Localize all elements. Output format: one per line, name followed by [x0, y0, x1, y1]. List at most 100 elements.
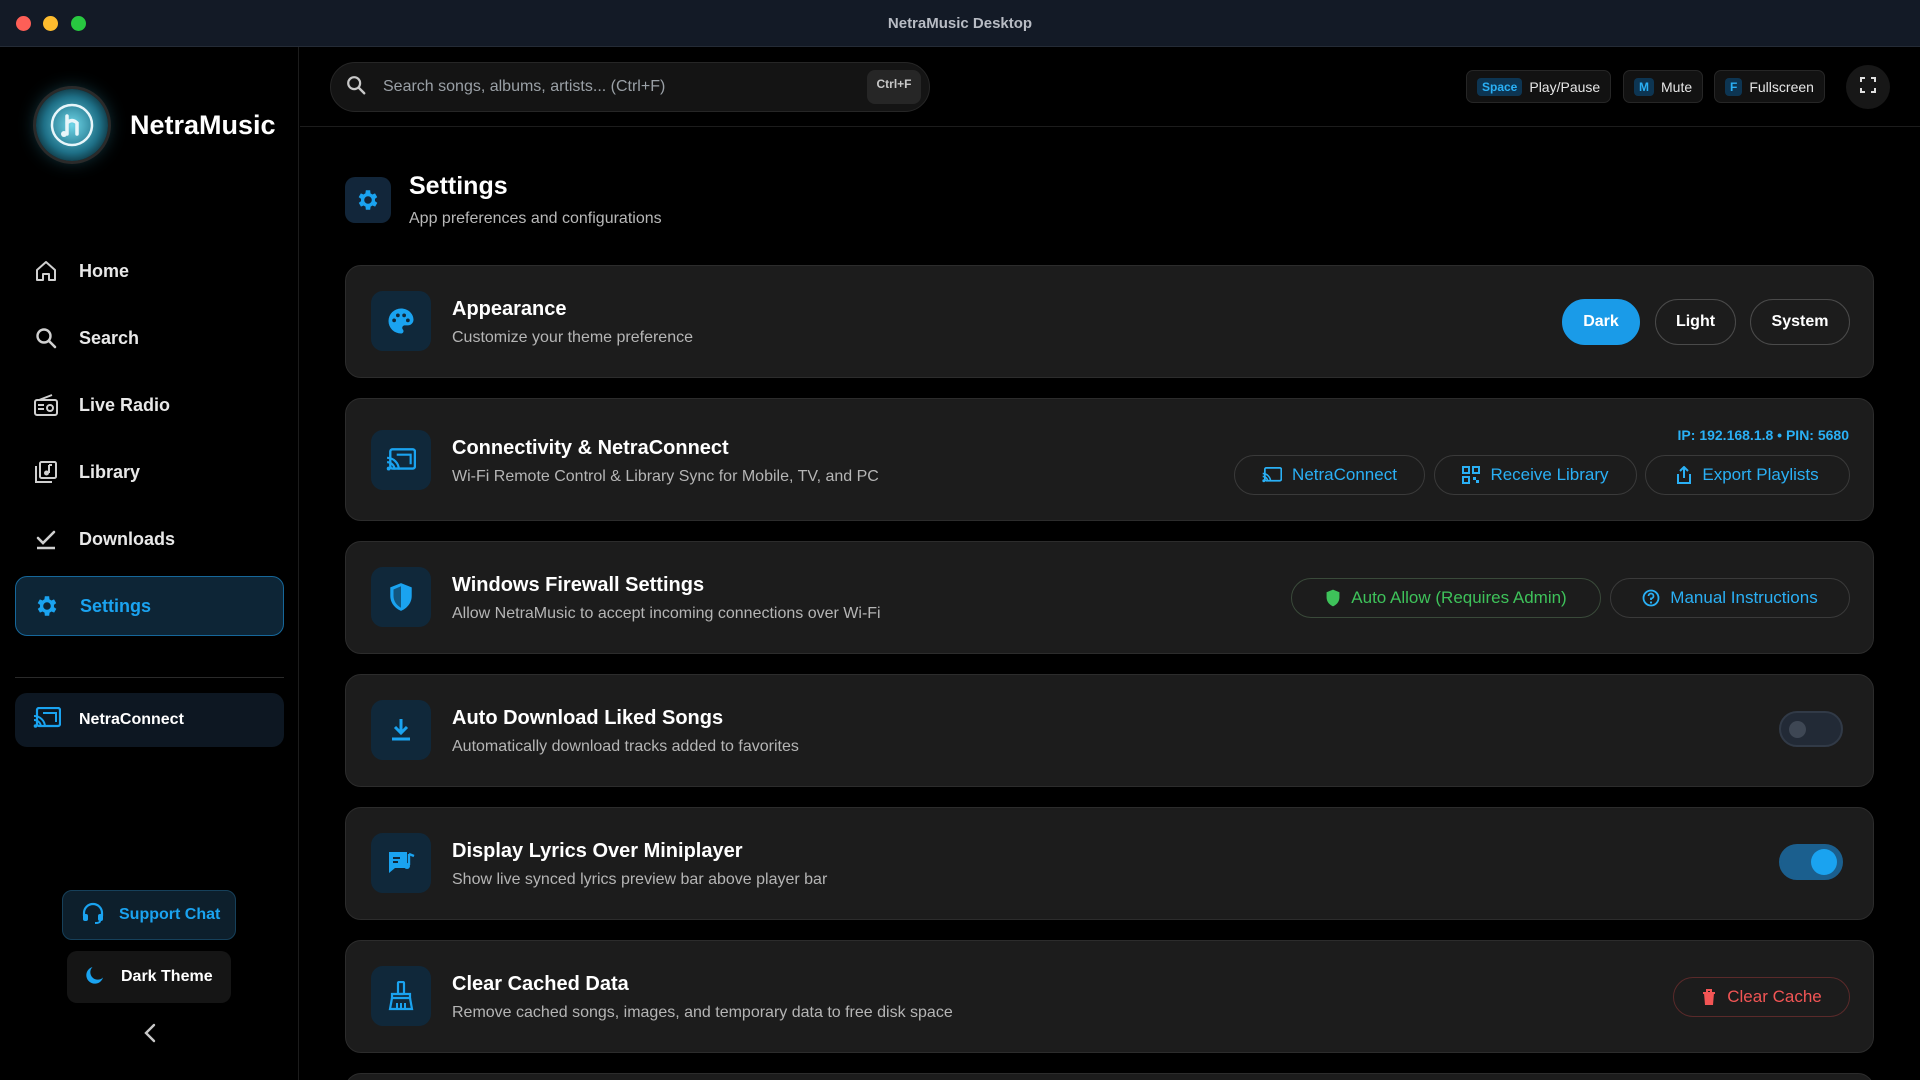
sidebar-item-library[interactable]: Library	[15, 442, 284, 502]
cache-subtitle: Remove cached songs, images, and tempora…	[452, 1004, 953, 1021]
connectivity-card: Connectivity & NetraConnect Wi-Fi Remote…	[345, 398, 1874, 521]
shortcut-key: F	[1725, 77, 1743, 96]
sidebar-item-search[interactable]: Search	[15, 308, 284, 368]
button-label: Clear Cache	[1727, 987, 1822, 1006]
gear-icon	[34, 593, 60, 619]
shield-icon	[371, 567, 431, 627]
cast-icon	[33, 706, 62, 734]
auto-download-card: Auto Download Liked Songs Automatically …	[345, 674, 1874, 787]
lyrics-icon	[371, 833, 431, 893]
search-shortcut-badge: Ctrl+F	[867, 70, 921, 104]
sidebar-divider	[15, 677, 284, 678]
firewall-title: Windows Firewall Settings	[452, 574, 705, 596]
appearance-subtitle: Customize your theme preference	[452, 329, 693, 346]
theme-label: Dark Theme	[121, 968, 213, 985]
radio-icon	[33, 392, 59, 418]
support-chat-label: Support Chat	[119, 906, 221, 923]
sidebar-item-label: NetraConnect	[79, 711, 184, 728]
toggle-knob	[1789, 721, 1806, 738]
shortcut-label: Fullscreen	[1749, 78, 1814, 95]
support-chat-button[interactable]: Support Chat	[62, 890, 236, 940]
theme-option-dark[interactable]: Dark	[1562, 299, 1640, 345]
top-bar: Search songs, albums, artists... (Ctrl+F…	[300, 47, 1920, 127]
sidebar-item-label: Library	[79, 461, 141, 482]
sidebar-item-label: Live Radio	[79, 394, 171, 415]
ip-pin-readout: IP: 192.168.1.8 • PIN: 5680	[1677, 427, 1849, 443]
button-label: Manual Instructions	[1670, 588, 1818, 607]
palette-icon	[371, 291, 431, 351]
appearance-card: Appearance Customize your theme preferen…	[345, 265, 1874, 378]
moon-icon	[83, 963, 107, 992]
sidebar-nav: Home Search Live Radio Library Downloads	[15, 241, 284, 643]
lyrics-title: Display Lyrics Over Miniplayer	[452, 840, 743, 862]
sidebar-item-label: Downloads	[79, 528, 176, 549]
clear-cache-button[interactable]: Clear Cache	[1673, 977, 1850, 1017]
headset-icon	[81, 902, 105, 929]
share-icon	[1677, 466, 1692, 484]
cache-title: Clear Cached Data	[452, 973, 629, 995]
cache-card: Clear Cached Data Remove cached songs, i…	[345, 940, 1874, 1053]
firewall-card: Windows Firewall Settings Allow NetraMus…	[345, 541, 1874, 654]
help-circle-icon	[1642, 589, 1660, 607]
download-icon	[371, 700, 431, 760]
download-check-icon	[33, 526, 59, 552]
collapse-sidebar-button[interactable]	[138, 1023, 162, 1047]
cast-icon	[371, 430, 431, 490]
firewall-subtitle: Allow NetraMusic to accept incoming conn…	[452, 605, 881, 622]
brand-name: NetraMusic	[130, 110, 276, 140]
gear-icon	[345, 177, 391, 223]
home-icon	[33, 258, 59, 284]
sidebar-item-label: Settings	[80, 595, 152, 616]
connectivity-title: Connectivity & NetraConnect	[452, 437, 729, 459]
sidebar-item-netraconnect[interactable]: NetraConnect	[15, 693, 284, 747]
button-label: Auto Allow (Requires Admin)	[1351, 588, 1567, 607]
theme-option-system[interactable]: System	[1750, 299, 1850, 345]
search-placeholder: Search songs, albums, artists... (Ctrl+F…	[383, 78, 666, 95]
manual-instructions-button[interactable]: Manual Instructions	[1610, 578, 1850, 618]
fullscreen-button[interactable]	[1846, 65, 1890, 109]
shortcut-fullscreen: F Fullscreen	[1714, 70, 1825, 103]
sidebar: NetraMusic Home Search Live Radio Librar…	[0, 47, 299, 1080]
auto-download-title: Auto Download Liked Songs	[452, 707, 724, 729]
window-titlebar: NetraMusic Desktop	[0, 0, 1920, 47]
shortcut-key: Space	[1477, 77, 1523, 96]
shortcut-mute: M Mute	[1623, 70, 1704, 103]
auto-download-subtitle: Automatically download tracks added to f…	[452, 738, 799, 755]
auto-download-toggle[interactable]	[1779, 711, 1843, 747]
connectivity-subtitle: Wi-Fi Remote Control & Library Sync for …	[452, 468, 879, 485]
next-settings-card	[345, 1073, 1874, 1080]
page-title: Settings	[409, 172, 508, 200]
sidebar-item-settings[interactable]: Settings	[15, 576, 284, 636]
qr-code-icon	[1462, 466, 1481, 484]
settings-page: Settings App preferences and configurati…	[300, 128, 1920, 1080]
theme-option-light[interactable]: Light	[1655, 299, 1736, 345]
shortcut-label: Play/Pause	[1529, 78, 1601, 95]
window-title: NetraMusic Desktop	[887, 15, 1033, 32]
theme-toggle-button[interactable]: Dark Theme	[67, 951, 231, 1003]
sidebar-item-label: Home	[79, 260, 130, 281]
page-subtitle: App preferences and configurations	[409, 210, 662, 227]
library-icon	[33, 459, 59, 485]
app-logo	[36, 89, 108, 161]
receive-library-button[interactable]: Receive Library	[1434, 455, 1637, 495]
sidebar-item-live-radio[interactable]: Live Radio	[15, 375, 284, 435]
sidebar-item-label: Search	[79, 327, 140, 348]
cast-icon	[1262, 467, 1283, 483]
lyrics-subtitle: Show live synced lyrics preview bar abov…	[452, 871, 828, 888]
button-label: Export Playlists	[1702, 465, 1819, 484]
button-label: NetraConnect	[1292, 465, 1397, 484]
broom-icon	[371, 966, 431, 1026]
search-icon	[33, 325, 59, 351]
auto-allow-button[interactable]: Auto Allow (Requires Admin)	[1291, 578, 1601, 618]
sidebar-item-downloads[interactable]: Downloads	[15, 509, 284, 569]
shield-check-icon	[1326, 589, 1340, 607]
trash-icon	[1703, 989, 1716, 1005]
export-playlists-button[interactable]: Export Playlists	[1645, 455, 1850, 495]
netraconnect-button[interactable]: NetraConnect	[1234, 455, 1425, 495]
lyrics-card: Display Lyrics Over Miniplayer Show live…	[345, 807, 1874, 920]
chevron-left-icon	[143, 1023, 157, 1048]
lyrics-toggle[interactable]	[1779, 844, 1843, 880]
search-input[interactable]: Search songs, albums, artists... (Ctrl+F…	[330, 62, 930, 112]
appearance-title: Appearance	[452, 298, 567, 320]
sidebar-item-home[interactable]: Home	[15, 241, 284, 301]
